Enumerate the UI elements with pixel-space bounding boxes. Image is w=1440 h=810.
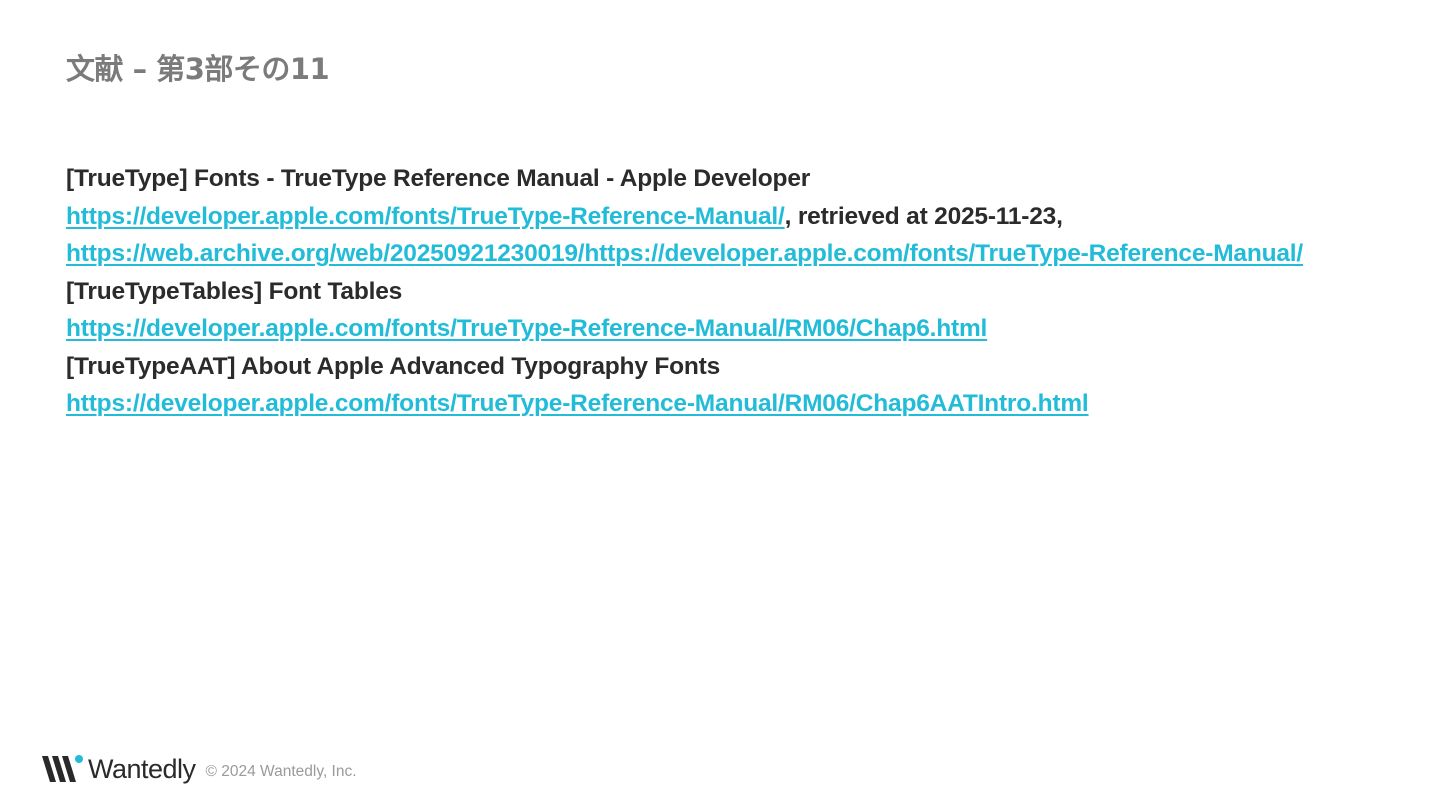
copyright: © 2024 Wantedly, Inc.	[205, 763, 357, 780]
page-title: 文献 – 第3部その11	[66, 52, 330, 86]
reference-link-truetype-tables[interactable]: https://developer.apple.com/fonts/TrueTy…	[66, 315, 987, 342]
reference-link-truetype[interactable]: https://developer.apple.com/fonts/TrueTy…	[66, 203, 785, 230]
reference-url-line-truetype-tables: https://developer.apple.com/fonts/TrueTy…	[66, 310, 1366, 348]
reference-url-line-truetype: https://developer.apple.com/fonts/TrueTy…	[66, 198, 1366, 236]
reference-list: [TrueType] Fonts - TrueType Reference Ma…	[66, 160, 1366, 423]
archive-link-truetype[interactable]: https://web.archive.org/web/202509212300…	[66, 240, 1303, 267]
archive-url-line: https://web.archive.org/web/202509212300…	[66, 235, 1366, 273]
reference-url-line-truetype-aat: https://developer.apple.com/fonts/TrueTy…	[66, 385, 1366, 423]
wantedly-logo-icon	[42, 755, 83, 782]
logo-text: Wantedly	[88, 753, 196, 784]
reference-heading-truetype-tables: [TrueTypeTables] Font Tables	[66, 277, 403, 305]
reference-heading-truetype: [TrueType] Fonts - TrueType Reference Ma…	[66, 165, 811, 192]
retrieved-note: , retrieved at 2025-11-23,	[784, 202, 1063, 230]
reference-link-truetype-aat[interactable]: https://developer.apple.com/fonts/TrueTy…	[66, 390, 1089, 417]
footer: Wantedly © 2024 Wantedly, Inc.	[42, 752, 357, 786]
reference-heading-truetype-aat: [TrueTypeAAT] About Apple Advanced Typog…	[66, 352, 721, 380]
